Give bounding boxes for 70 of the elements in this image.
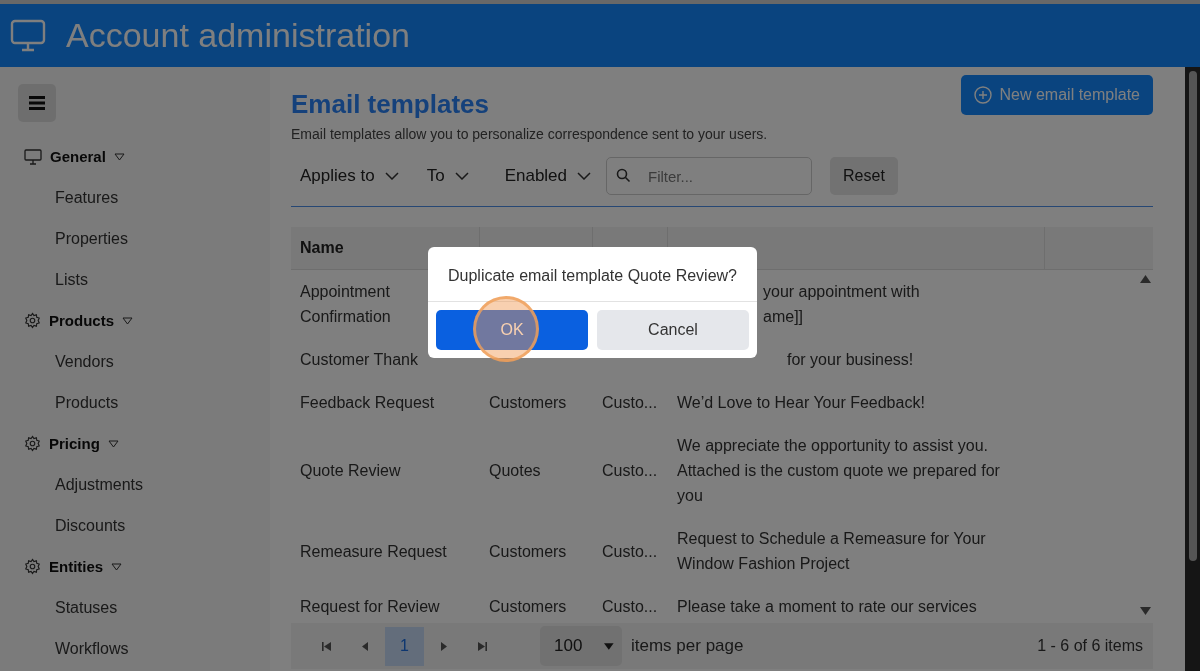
table-cell-text: Customers — [488, 597, 568, 617]
filter-dropdown[interactable]: Applies to — [291, 157, 408, 195]
reset-button[interactable]: Reset — [830, 157, 898, 195]
table-cell-text: Feedback Request — [299, 393, 436, 413]
nav-group[interactable]: Entities — [49, 558, 104, 575]
filter-field[interactable]: Filter... — [606, 157, 813, 195]
cancel-button[interactable]: Cancel — [597, 310, 749, 350]
chevron-down-icon — [577, 172, 592, 180]
plus-circle-icon — [973, 86, 992, 104]
table-cell-text: Custo... — [601, 393, 659, 413]
page-button[interactable]: 1 — [385, 626, 424, 666]
table-cell-text: Custo... — [601, 541, 659, 562]
table-cell-text: Customer Thank — [299, 350, 419, 370]
nav-item[interactable]: Features — [55, 177, 270, 218]
pager-summary: 1 - 6 of 6 items — [1037, 637, 1143, 655]
nav-item[interactable]: Vendors — [55, 341, 270, 382]
table-cell-text: ame]] — [763, 307, 804, 327]
nav-group[interactable]: Products — [49, 312, 114, 329]
table-cell-text: Request to Schedule a Remeasure for Your Window Fashion Project — [676, 529, 987, 574]
first-page-icon — [322, 641, 331, 651]
page-title: Email templates — [291, 89, 489, 120]
nav-item[interactable]: Properties — [55, 218, 270, 259]
next-page-icon — [439, 641, 448, 651]
chevron-down-icon — [384, 172, 399, 180]
table-cell-text: Please take a moment to rate our services — [676, 597, 978, 617]
nav-item[interactable]: Lists — [55, 259, 270, 300]
previous-page-icon — [361, 641, 370, 651]
ok-button[interactable]: OK — [436, 310, 588, 350]
nav-item[interactable]: Workflows — [55, 628, 270, 669]
table-cell-text: Appointment Confirmation — [299, 282, 392, 327]
table-cell-text: Remeasure Request — [299, 541, 448, 562]
menu-icon — [29, 96, 45, 110]
page-size-label: items per page — [631, 636, 744, 656]
dialog-message: Duplicate email template Quote Review? — [428, 247, 757, 302]
nav-item[interactable]: Products — [55, 382, 270, 423]
table-cell-text: Quotes — [488, 461, 542, 481]
table-cell-text: for your business! — [786, 350, 915, 370]
filter-dropdown[interactable]: To — [417, 157, 478, 195]
gear-icon — [24, 312, 41, 329]
new-template-button[interactable]: New email template — [960, 75, 1153, 115]
scrollbar-thumb[interactable] — [1188, 71, 1197, 561]
dropdown-arrow-icon — [604, 642, 614, 650]
table-cell-text: Customers — [488, 393, 568, 413]
monitor-icon — [10, 18, 46, 53]
table-cell-text: Customers — [488, 541, 568, 562]
menu-button[interactable] — [18, 84, 56, 122]
scroll-down-icon[interactable] — [1140, 607, 1151, 615]
nav-item[interactable]: Discounts — [55, 505, 270, 546]
table-cell-text: We appreciate the opportunity to assist you. Attached is the custom quote we prepared for you — [676, 436, 1001, 506]
monitor-icon — [24, 148, 42, 165]
page-size-select[interactable]: 100 — [540, 626, 622, 666]
nav-item[interactable]: Adjustments — [55, 464, 270, 505]
filter-dropdown[interactable]: Enabled — [495, 157, 601, 195]
nav-item[interactable]: Statuses — [55, 587, 270, 628]
table-cell-text: Request for Review — [299, 597, 441, 617]
table-cell-text: Quote Review — [299, 461, 402, 481]
table-cell-text: your appointment with — [763, 282, 921, 302]
gear-icon — [24, 435, 41, 452]
table-cell-text: We’d Love to Hear Your Feedback! — [676, 393, 926, 413]
last-page-icon — [478, 641, 487, 651]
page-description: Email templates allow you to personalize correspondence sent to your users. — [291, 126, 769, 142]
chevron-down-icon — [454, 172, 469, 180]
table-cell-text: Custo... — [601, 461, 659, 481]
nav-group[interactable]: Pricing — [49, 435, 100, 452]
table-cell-text: Custo... — [601, 597, 659, 617]
search-icon — [616, 168, 632, 183]
app-title: Account administration — [66, 16, 410, 55]
gear-icon — [24, 558, 41, 575]
nav-group[interactable]: General — [50, 148, 106, 165]
scroll-up-icon[interactable] — [1140, 275, 1151, 283]
